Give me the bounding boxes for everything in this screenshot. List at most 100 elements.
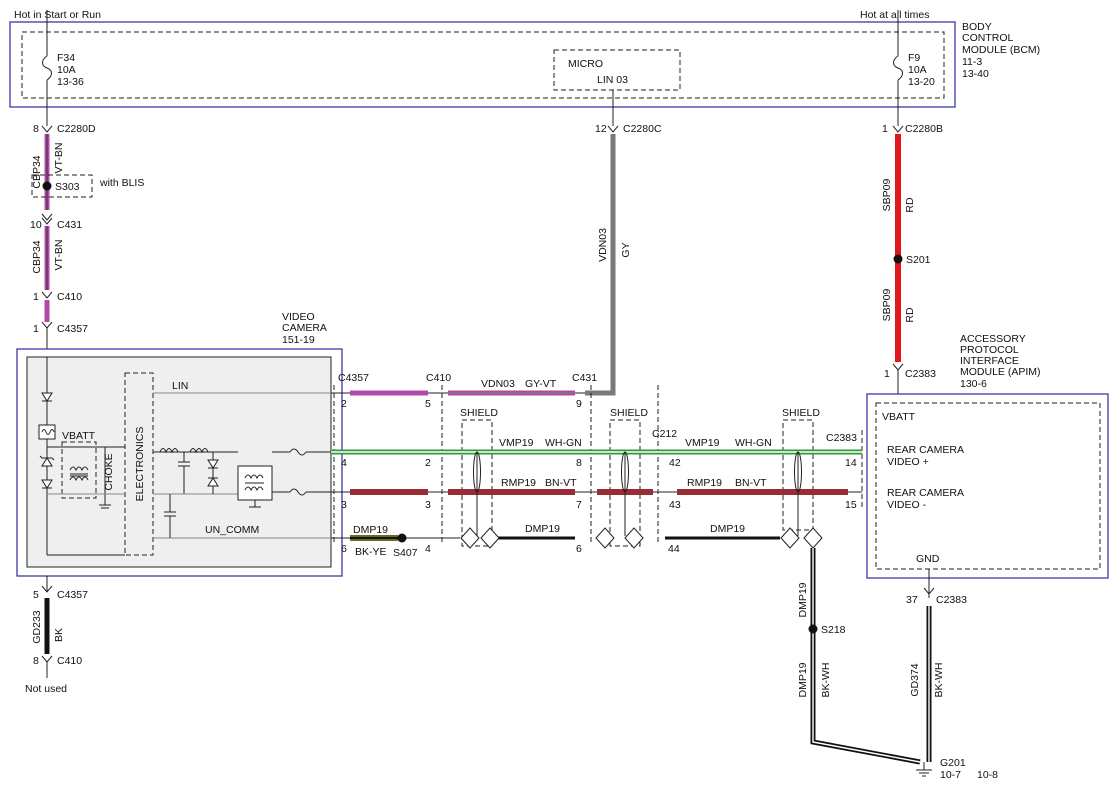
bcm-title-2: CONTROL	[962, 32, 1013, 44]
wire-cbp34-upper-circuit: CBP34	[31, 155, 43, 188]
svg-text:C2383: C2383	[936, 594, 967, 606]
harness-c431-label: C431	[572, 372, 597, 384]
rm-pin-4: 43	[669, 499, 681, 511]
apim-video-plus-2: VIDEO +	[887, 456, 929, 468]
svg-text:SHIELD: SHIELD	[782, 407, 820, 419]
left-power-label: Hot in Start or Run	[14, 9, 101, 21]
connector-c2383-top: 1 C2383	[884, 363, 936, 380]
rm-pin-1: 3	[341, 499, 347, 511]
drain-vertical-circuit-b: DMP19	[797, 662, 809, 697]
connector-c2280b: 1 C2280B	[882, 123, 943, 135]
fuse-f34-name: F34	[57, 52, 75, 64]
wire-vdn03-gy	[585, 134, 616, 396]
rm-pin-2: 3	[425, 499, 431, 511]
svg-text:8: 8	[33, 655, 39, 667]
rm-row-circuit: RMP19	[501, 477, 536, 489]
wire-sbp09-lower-color: RD	[904, 307, 916, 323]
apim-video-plus-1: REAR CAMERA	[887, 444, 964, 456]
svg-text:C2383: C2383	[905, 368, 936, 380]
svg-text:C2280C: C2280C	[623, 123, 662, 135]
ground-g201-ref1: 10-7	[940, 769, 961, 781]
splice-s218-label: S218	[821, 624, 846, 636]
connector-c2280c: 12 C2280C	[595, 123, 662, 135]
splice-s407-label: S407	[393, 547, 418, 559]
wire-sbp09-upper-circuit: SBP09	[881, 179, 893, 212]
svg-text:C410: C410	[57, 291, 82, 303]
vp-row-color-2: WH-GN	[735, 437, 772, 449]
rm-row-color: BN-VT	[545, 477, 577, 489]
splice-s201-label: S201	[906, 254, 931, 266]
shield-2: SHIELD	[609, 407, 648, 547]
svg-text:C4357: C4357	[57, 323, 88, 335]
drain-pin-3: 6	[576, 543, 582, 555]
connector-c410-left: 1 C410	[33, 291, 82, 303]
fuse-f34-rating: 10A	[57, 64, 76, 76]
micro-label: MICRO	[568, 58, 603, 70]
electronics-label: ELECTRONICS	[134, 427, 146, 502]
svg-text:SHIELD: SHIELD	[610, 407, 648, 419]
wire-gd233-circuit: GD233	[31, 610, 43, 643]
svg-text:C431: C431	[57, 219, 82, 231]
ground-g201-name: G201	[940, 757, 966, 769]
harness-c4357-label: C4357	[338, 372, 369, 384]
lin-pin-3: 9	[576, 398, 582, 410]
fuse-f9-name: F9	[908, 52, 920, 64]
ground-g201-ref2: 10-8	[977, 769, 998, 781]
bcm-outline	[9, 21, 956, 108]
wire-gd374-color: BK-WH	[933, 663, 945, 698]
svg-text:C2280D: C2280D	[57, 123, 96, 135]
vp-row-circuit-2: VMP19	[685, 437, 720, 449]
lin-row-circuit: VDN03	[481, 378, 515, 390]
vp-row-circuit: VMP19	[499, 437, 534, 449]
harness-c212-label: C212	[652, 428, 677, 440]
svg-text:C4357: C4357	[57, 589, 88, 601]
apim-gnd: GND	[916, 553, 940, 565]
bcm-ref-1: 11-3	[962, 56, 982, 68]
apim-title-4: MODULE (APIM)	[960, 366, 1041, 378]
svg-text:12: 12	[595, 123, 607, 135]
drain-row-circuit-3: DMP19	[710, 523, 745, 535]
connector-c2280d: 8 C2280D	[33, 123, 96, 135]
bcm-ref-2: 13-40	[962, 68, 989, 80]
rm-pin-5: 15	[845, 499, 857, 511]
un-comm-label: UN_COMM	[205, 524, 259, 536]
lin-pin-2: 5	[425, 398, 431, 410]
wire-gd374-circuit: GD374	[909, 663, 921, 696]
harness-c410-label: C410	[426, 372, 451, 384]
svg-text:8: 8	[33, 123, 39, 135]
vp-pin-3: 8	[576, 457, 582, 469]
wire-sbp09-upper-color: RD	[904, 197, 916, 213]
apim-vbatt: VBATT	[882, 411, 916, 423]
lin-row-color: GY-VT	[525, 378, 557, 390]
svg-text:C2280B: C2280B	[905, 123, 943, 135]
wire-cbp34-upper-color: VT-BN	[53, 143, 65, 174]
apim-internal	[875, 402, 1101, 570]
drain-row-circuit: DMP19	[353, 524, 388, 536]
wire-vdn03-circuit: VDN03	[597, 228, 609, 262]
camera-ref: 151-19	[282, 334, 315, 346]
drain-row-circuit-2: DMP19	[525, 523, 560, 535]
wire-vdn03-color: GY	[620, 242, 632, 257]
vp-pin-5: 14	[845, 457, 857, 469]
svg-text:1: 1	[882, 123, 888, 135]
drain-pin-4: 44	[668, 543, 680, 555]
connector-c2383-gnd: 37 C2383	[906, 587, 967, 606]
wire-cbp34-lower-color: VT-BN	[53, 240, 65, 271]
bcm-internal	[21, 31, 945, 99]
vbatt-internal-label: VBATT	[62, 430, 96, 442]
vp-pin-1: 4	[341, 457, 347, 469]
connector-c4357-top: 1 C4357	[33, 321, 88, 335]
camera-title-2: CAMERA	[282, 322, 327, 334]
fuse-f9-ref: 13-20	[908, 76, 935, 88]
wire-cbp34-lower-circuit: CBP34	[31, 240, 43, 273]
fuse-f9-rating: 10A	[908, 64, 927, 76]
blis-note: with BLIS	[99, 177, 144, 189]
drain-row-color: BK-YE	[355, 546, 387, 558]
wire-dmp19-vertical	[810, 548, 921, 765]
camera-lin-label: LIN	[172, 380, 188, 392]
apim-video-minus-2: VIDEO -	[887, 499, 927, 511]
splice-s303	[42, 181, 52, 191]
shield-1: SHIELD	[460, 407, 498, 547]
drain-vertical-circuit-a: DMP19	[797, 582, 809, 617]
wire-gd233-color: BK	[53, 628, 65, 642]
